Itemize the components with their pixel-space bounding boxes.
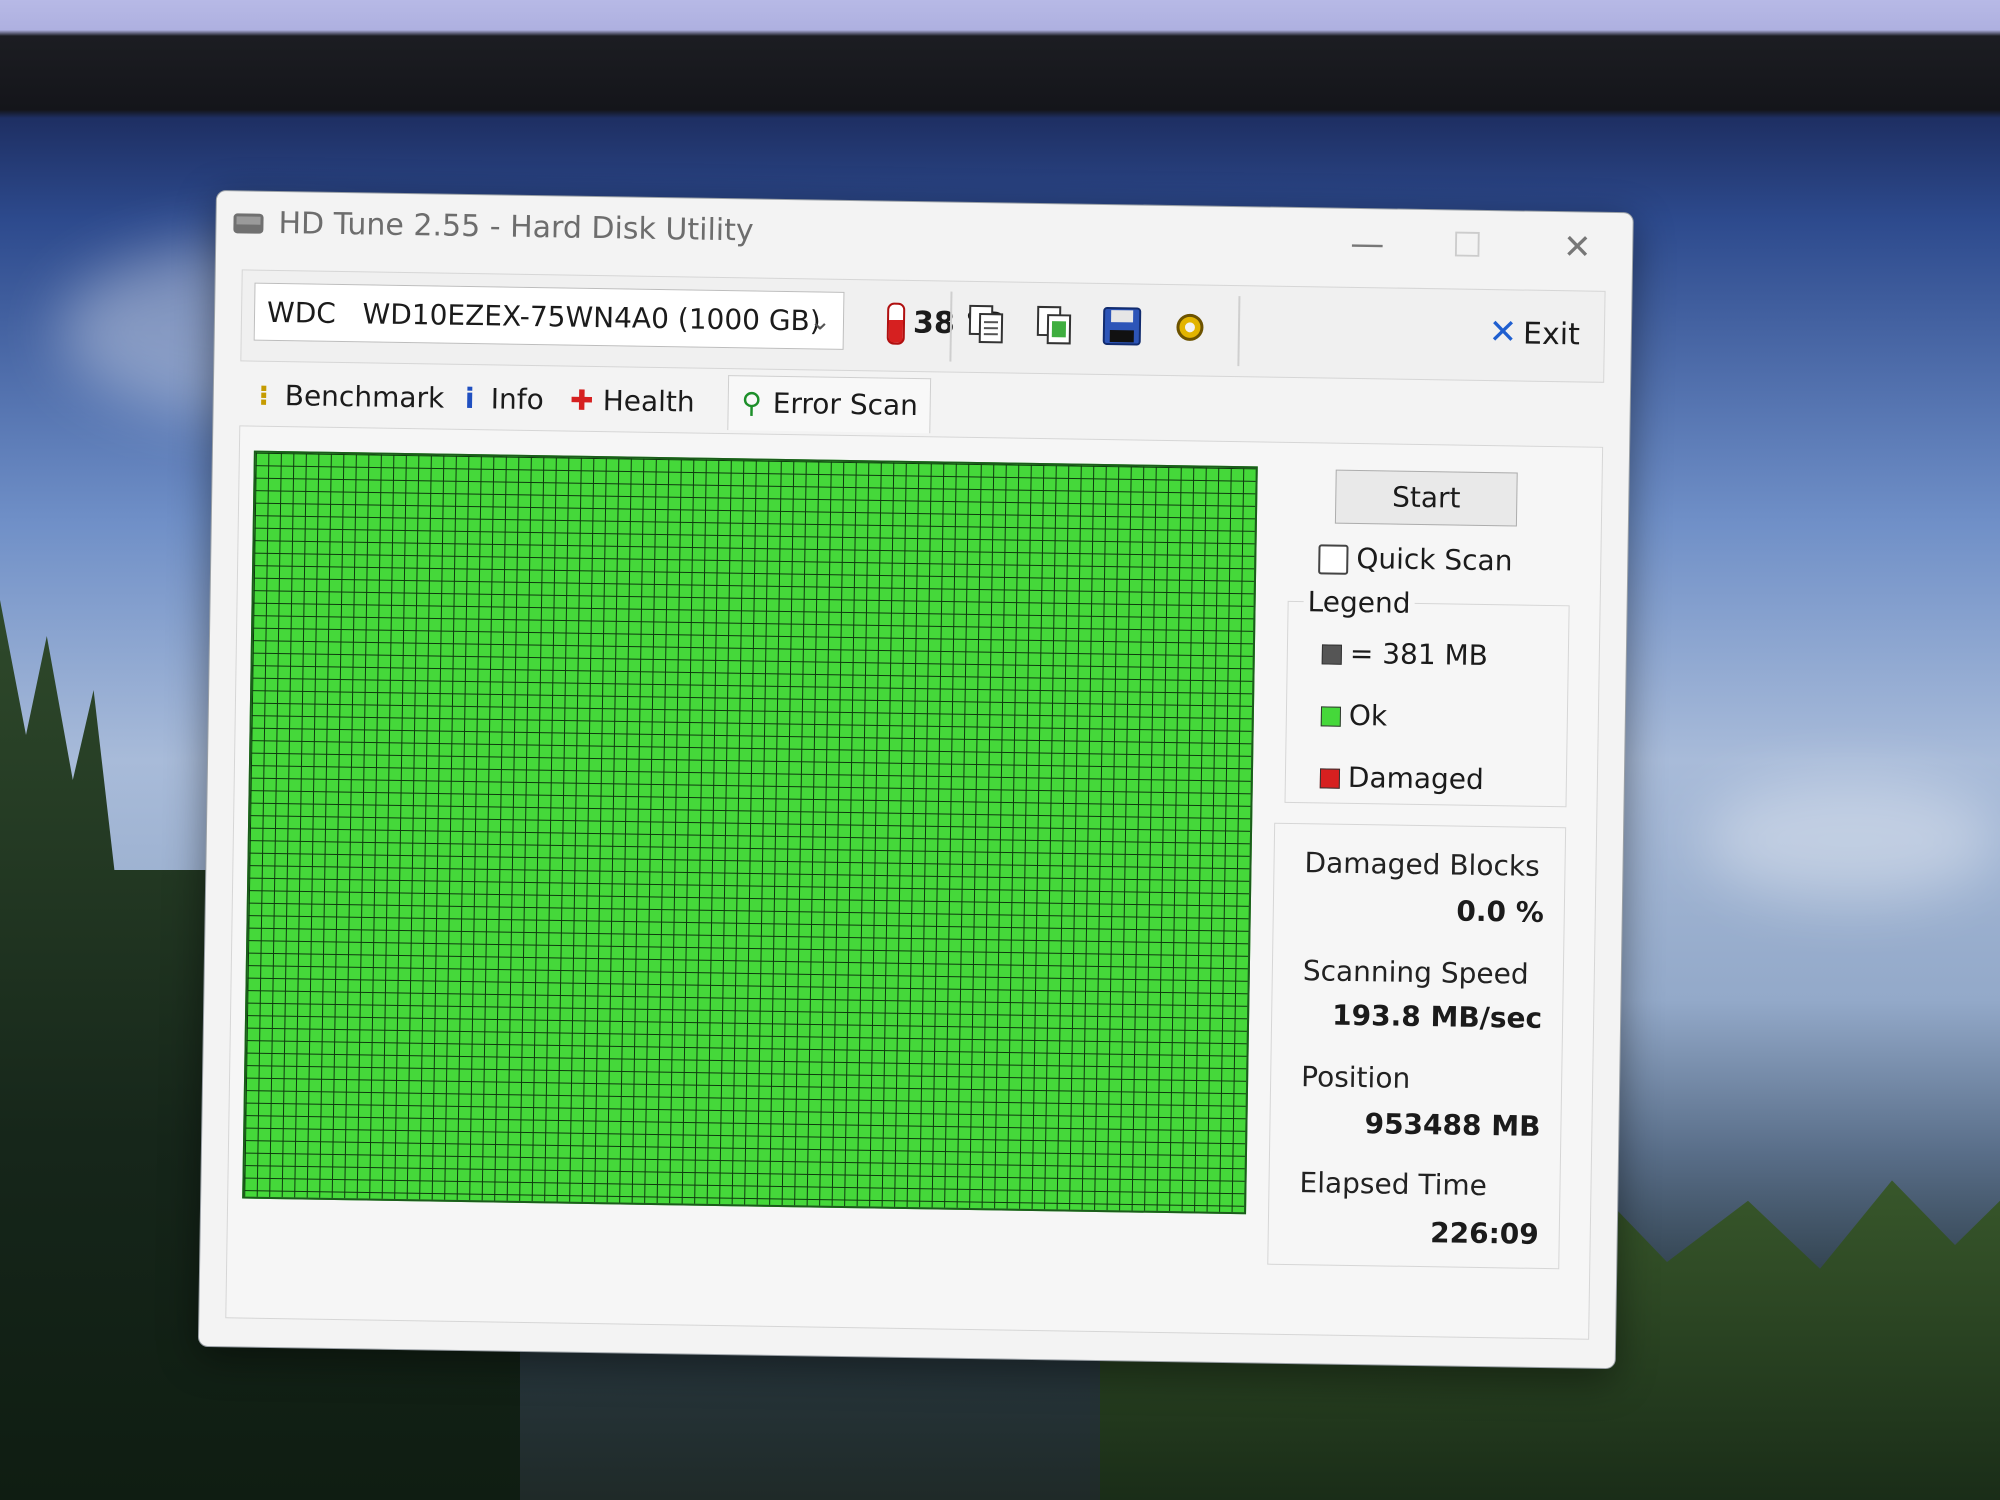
disk-app-icon bbox=[233, 213, 264, 234]
quick-scan-label: Quick Scan bbox=[1356, 541, 1513, 578]
save-icon[interactable] bbox=[1100, 304, 1145, 349]
position-value: 953488 MB bbox=[1364, 1107, 1541, 1143]
damaged-blocks-value: 0.0 % bbox=[1456, 894, 1545, 929]
copy-screenshot-icon[interactable] bbox=[1032, 303, 1077, 348]
stats-group: Damaged Blocks 0.0 % Scanning Speed 193.… bbox=[1267, 822, 1567, 1270]
exit-button[interactable]: ✕ Exit bbox=[1488, 312, 1580, 353]
legend-ok: Ok bbox=[1320, 698, 1387, 732]
damaged-swatch bbox=[1319, 768, 1341, 789]
benchmark-icon: ⁝ bbox=[258, 378, 270, 412]
info-icon: i bbox=[464, 381, 475, 416]
scan-side-panel: Start Quick Scan = 381 MB Ok Damaged Leg… bbox=[1267, 463, 1580, 1270]
position-label: Position bbox=[1300, 1060, 1411, 1095]
checkbox-box[interactable] bbox=[1318, 544, 1349, 575]
exit-label: Exit bbox=[1522, 316, 1581, 353]
minimize-button[interactable]: — bbox=[1332, 219, 1403, 270]
elapsed-time-value: 226:09 bbox=[1429, 1216, 1540, 1251]
ok-swatch bbox=[1320, 706, 1342, 727]
error-scan-panel: Start Quick Scan = 381 MB Ok Damaged Leg… bbox=[225, 425, 1604, 1340]
damaged-blocks-label: Damaged Blocks bbox=[1304, 846, 1540, 883]
tab-info[interactable]: i Info bbox=[445, 371, 557, 429]
toolbar: WDC WD10EZEX-75WN4A0 (1000 GB) ⌄ 38 °C ✕… bbox=[240, 269, 1606, 383]
block-swatch bbox=[1321, 644, 1342, 665]
scanning-speed-value: 193.8 MB/sec bbox=[1331, 998, 1543, 1035]
legend-block-size: = 381 MB bbox=[1321, 636, 1488, 672]
copy-text-icon[interactable] bbox=[964, 302, 1009, 347]
window-title: HD Tune 2.55 - Hard Disk Utility bbox=[278, 205, 754, 249]
quick-scan-checkbox[interactable]: Quick Scan bbox=[1318, 541, 1513, 577]
health-icon: ✚ bbox=[569, 383, 594, 417]
maximize-button[interactable]: ☐ bbox=[1432, 220, 1503, 271]
cloud bbox=[1700, 780, 2000, 900]
toolbar-separator bbox=[1237, 296, 1241, 367]
drive-model: WD10EZEX-75WN4A0 (1000 GB) bbox=[362, 297, 821, 338]
chevron-down-icon: ⌄ bbox=[808, 306, 832, 337]
legend-title: Legend bbox=[1303, 585, 1415, 620]
start-button[interactable]: Start bbox=[1334, 469, 1518, 527]
tab-benchmark[interactable]: ⁝ Benchmark bbox=[239, 367, 457, 426]
drive-select[interactable]: WDC WD10EZEX-75WN4A0 (1000 GB) ⌄ bbox=[253, 282, 845, 350]
tab-bar: ⁝ Benchmark i Info ✚ Health ⚲ Error Scan bbox=[239, 367, 932, 434]
magnifier-icon: ⚲ bbox=[741, 386, 763, 420]
app-window: HD Tune 2.55 - Hard Disk Utility — ☐ ✕ W… bbox=[197, 190, 1634, 1370]
block-map-grid bbox=[242, 450, 1258, 1215]
scanning-speed-label: Scanning Speed bbox=[1302, 954, 1529, 991]
legend-damaged: Damaged bbox=[1319, 760, 1484, 796]
title-bar[interactable]: HD Tune 2.55 - Hard Disk Utility — ☐ ✕ bbox=[216, 191, 1633, 285]
tab-error-scan[interactable]: ⚲ Error Scan bbox=[727, 375, 932, 434]
elapsed-time-label: Elapsed Time bbox=[1299, 1166, 1488, 1203]
tab-health[interactable]: ✚ Health bbox=[557, 372, 708, 430]
drive-vendor: WDC bbox=[266, 295, 337, 330]
thermometer-icon bbox=[886, 302, 906, 345]
exit-icon: ✕ bbox=[1488, 312, 1518, 353]
legend-group: = 381 MB Ok Damaged bbox=[1284, 600, 1570, 808]
close-button[interactable]: ✕ bbox=[1542, 222, 1613, 273]
options-icon[interactable] bbox=[1168, 305, 1213, 350]
